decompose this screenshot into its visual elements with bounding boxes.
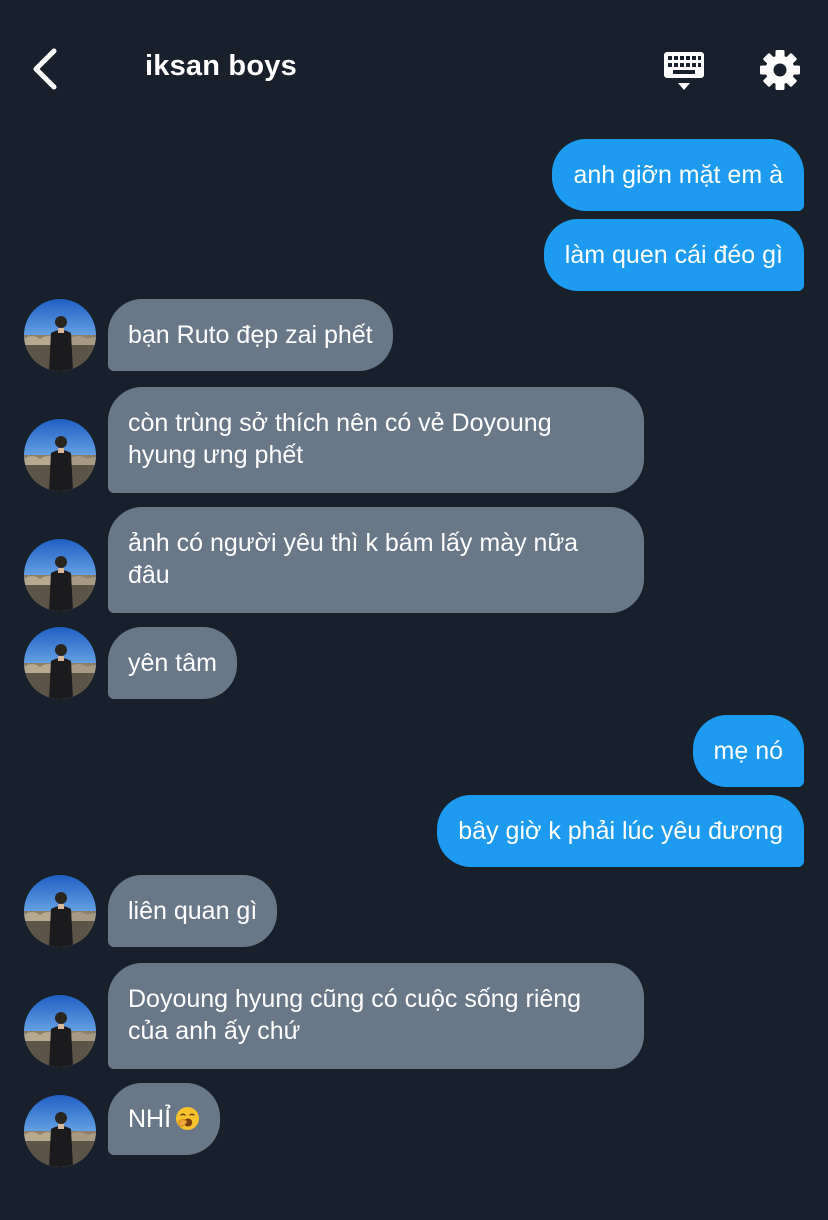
chevron-left-icon [33,48,57,90]
avatar[interactable] [24,875,96,947]
keyboard-icon [664,52,704,90]
avatar[interactable] [24,419,96,491]
message-bubble-received[interactable]: còn trùng sở thích nên có vẻ Doyoung hyu… [108,387,644,493]
message-bubble-received[interactable]: NHỈ [108,1083,221,1155]
keyboard-button[interactable] [660,48,708,94]
back-button[interactable] [28,46,68,92]
message-bubble-received[interactable]: Doyoung hyung cũng có cuộc sống riêng củ… [108,963,644,1069]
message-bubble-received[interactable]: ảnh có người yêu thì k bám lấy mày nữa đ… [108,507,644,613]
avatar[interactable] [24,995,96,1067]
gear-icon [760,50,800,90]
message-bubble-received[interactable]: liên quan gì [108,875,278,947]
yawning-face-emoji-icon [176,1107,200,1130]
message-bubble-received[interactable]: bạn Ruto đẹp zai phết [108,299,393,371]
chat-title: iksan boys [145,50,297,82]
avatar[interactable] [24,627,96,699]
message-bubble-received[interactable]: yên tâm [108,627,237,699]
avatar[interactable] [24,539,96,611]
avatar[interactable] [24,299,96,371]
message-text: NHỈ [128,1105,172,1133]
message-bubble-sent[interactable]: bây giờ k phải lúc yêu đương [437,795,804,867]
settings-button[interactable] [756,46,804,94]
message-bubble-sent[interactable]: mẹ nó [692,715,804,787]
avatar[interactable] [24,1095,96,1167]
message-bubble-sent[interactable]: anh giỡn mặt em à [552,139,804,211]
message-bubble-sent[interactable]: làm quen cái đéo gì [543,219,804,291]
chat-header: iksan boys [0,0,828,130]
